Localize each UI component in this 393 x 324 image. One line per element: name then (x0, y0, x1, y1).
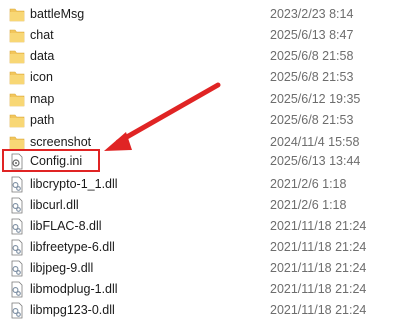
file-date: 2021/2/6 1:18 (270, 198, 347, 212)
file-date: 2025/6/13 8:47 (270, 28, 354, 42)
list-item-libflac[interactable]: libFLAC-8.dll 2021/11/18 21:24 (0, 216, 393, 237)
list-item-libcurl[interactable]: libcurl.dll 2021/2/6 1:18 (0, 195, 393, 216)
file-date: 2021/2/6 1:18 (270, 177, 347, 191)
list-item-battlemsg[interactable]: battleMsg 2023/2/23 8:14 (0, 4, 393, 25)
list-item-libjpeg[interactable]: libjpeg-9.dll 2021/11/18 21:24 (0, 258, 393, 279)
file-name: path (30, 113, 55, 127)
file-date: 2021/11/18 21:24 (270, 282, 367, 296)
file-date: 2024/11/4 15:58 (270, 135, 360, 149)
file-name: libcurl.dll (30, 198, 79, 212)
dll-file-icon (11, 239, 23, 256)
dll-file-icon (11, 281, 23, 298)
file-name: libjpeg-9.dll (30, 261, 94, 275)
list-item-path[interactable]: path 2025/6/8 21:53 (0, 110, 393, 131)
folder-icon (9, 93, 25, 107)
file-date: 2021/11/18 21:24 (270, 219, 367, 233)
dll-file-icon (11, 197, 23, 214)
file-name: data (30, 49, 55, 63)
file-name: libFLAC-8.dll (30, 219, 102, 233)
file-date: 2025/6/13 13:44 (270, 154, 361, 168)
file-date: 2021/11/18 21:24 (270, 261, 367, 275)
file-name: map (30, 92, 55, 106)
folder-icon (9, 8, 25, 22)
list-item-libcrypto[interactable]: libcrypto-1_1.dll 2021/2/6 1:18 (0, 174, 393, 195)
folder-icon (9, 29, 25, 43)
list-item-data[interactable]: data 2025/6/8 21:58 (0, 46, 393, 67)
file-list: battleMsg 2023/2/23 8:14 chat 2025/6/13 … (0, 0, 393, 324)
file-name: libmpg123-0.dll (30, 303, 115, 317)
file-date: 2025/6/12 19:35 (270, 92, 361, 106)
file-name: libcrypto-1_1.dll (30, 177, 118, 191)
list-item-icon[interactable]: icon 2025/6/8 21:53 (0, 67, 393, 88)
file-date: 2025/6/8 21:53 (270, 70, 354, 84)
list-item-map[interactable]: map 2025/6/12 19:35 (0, 89, 393, 110)
file-date: 2025/6/8 21:53 (270, 113, 354, 127)
file-date: 2023/2/23 8:14 (270, 7, 354, 21)
file-name: icon (30, 70, 53, 84)
folder-icon (9, 50, 25, 64)
list-item-libmpg123[interactable]: libmpg123-0.dll 2021/11/18 21:24 (0, 300, 393, 321)
list-item-libmodplug[interactable]: libmodplug-1.dll 2021/11/18 21:24 (0, 279, 393, 300)
file-date: 2021/11/18 21:24 (270, 303, 367, 317)
folder-icon (9, 136, 25, 150)
file-name: battleMsg (30, 7, 85, 21)
list-item-config-ini[interactable]: Config.ini 2025/6/13 13:44 (0, 151, 393, 172)
ini-file-icon (11, 153, 23, 170)
file-name: chat (30, 28, 54, 42)
dll-file-icon (11, 218, 23, 235)
file-name: libfreetype-6.dll (30, 240, 115, 254)
file-name: Config.ini (30, 154, 83, 168)
dll-file-icon (11, 260, 23, 277)
dll-file-icon (11, 176, 23, 193)
list-item-screenshot[interactable]: screenshot 2024/11/4 15:58 (0, 132, 393, 153)
folder-icon (9, 114, 25, 128)
folder-icon (9, 71, 25, 85)
list-item-chat[interactable]: chat 2025/6/13 8:47 (0, 25, 393, 46)
list-item-libfreetype[interactable]: libfreetype-6.dll 2021/11/18 21:24 (0, 237, 393, 258)
file-date: 2025/6/8 21:58 (270, 49, 354, 63)
dll-file-icon (11, 302, 23, 319)
file-name: screenshot (30, 135, 92, 149)
file-date: 2021/11/18 21:24 (270, 240, 367, 254)
file-name: libmodplug-1.dll (30, 282, 118, 296)
